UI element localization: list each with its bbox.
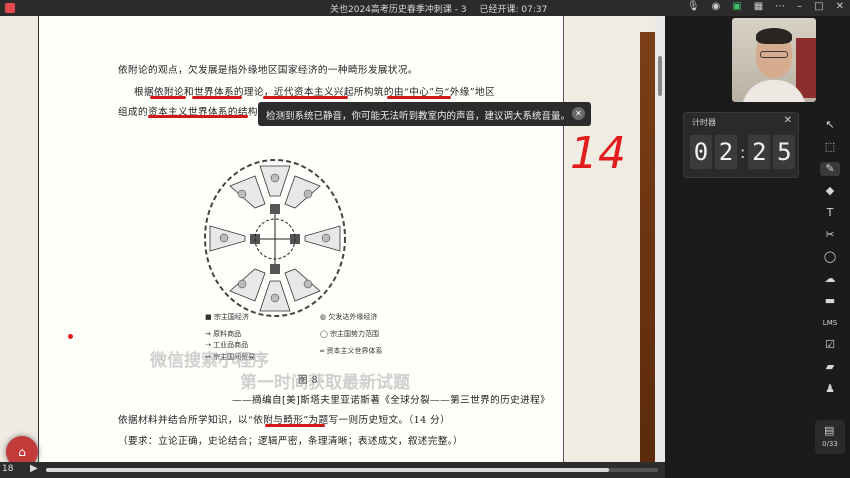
left-margin <box>0 16 38 462</box>
chat-icon[interactable]: ▰ <box>820 360 840 374</box>
more-icon[interactable]: ⋯ <box>775 1 785 12</box>
cloud-icon[interactable]: ☁ <box>820 272 840 286</box>
course-title: 关也2024高考历史春季冲刺课 - 3 <box>330 5 467 15</box>
class-elapsed: 已经开课: 07:37 <box>479 5 548 15</box>
document-stage: 依附论的观点，欠发展是指外缘地区国家经济的一种畸形发展状况。 根据依附论和世界体… <box>0 16 665 462</box>
speaker-icon[interactable]: ◉ <box>712 1 721 12</box>
document-scrollbar[interactable] <box>655 16 665 462</box>
underline-annotation <box>148 115 248 118</box>
playback-bar: 18 ▶ <box>0 462 665 478</box>
timer-colon: : <box>740 142 746 162</box>
timer-digit: 5 <box>773 135 796 169</box>
watermark-2: 第一时间获取最新试题 <box>240 373 410 393</box>
layout-icon[interactable]: ▦ <box>754 1 763 12</box>
timer-close-icon[interactable]: ✕ <box>784 115 792 126</box>
toast-close-icon[interactable]: ✕ <box>572 107 585 120</box>
whiteboard-toolbar: ↖ ⬚ ✎ ◆ T ✂ ◯ ☁ ▬ LMS ☑ ▰ ♟ <box>816 118 844 396</box>
lms-icon[interactable]: LMS <box>820 316 840 330</box>
requirements-text: （要求：立论正确，史论结合；逻辑严密，条理清晰；表述成文，叙述完整。） <box>118 436 463 447</box>
legend-system: ═ 资本主义世界体系 <box>320 347 383 355</box>
text-icon[interactable]: T <box>820 206 840 220</box>
play-icon[interactable]: ▶ <box>30 463 38 474</box>
scroll-thumb[interactable] <box>658 56 662 96</box>
webcam-background <box>796 38 816 98</box>
legend-raw: → 原料商品 <box>205 330 242 338</box>
window-titlebar: 关也2024高考历史春季冲刺课 - 3 已经开课: 07:37 🎙 ◉ ▣ ▦ … <box>0 0 850 16</box>
webcam-glasses <box>760 51 788 58</box>
window-title: 关也2024高考历史春季冲刺课 - 3 已经开课: 07:37 <box>330 2 557 15</box>
laser-pointer-dot <box>68 334 73 339</box>
eraser-icon[interactable]: ◆ <box>820 184 840 198</box>
underline-annotation <box>263 96 348 99</box>
pointer-icon[interactable]: ↖ <box>820 118 840 132</box>
underline-annotation <box>192 96 242 99</box>
legend-core: ■ 宗主国经济 <box>205 313 249 321</box>
mute-warning-toast: 检测到系统已静音，你可能无法听到教室内的声音，建议调大系统音量。 ✕ <box>258 102 591 126</box>
timer-title: 计时器 <box>692 118 716 127</box>
figure-source: ——摘编自[美]斯塔夫里亚诺斯著《全球分裂——第三世界的历史进程》 <box>232 395 551 406</box>
legend-periphery: ◍ 欠发达外缘经济 <box>320 313 378 321</box>
maximize-icon[interactable]: □ <box>814 1 823 12</box>
handwritten-score: 14 <box>570 128 626 179</box>
page-edge <box>640 32 656 462</box>
app-logo-icon <box>5 3 15 13</box>
titlebar-controls: 🎙 ◉ ▣ ▦ ⋯ – □ ✕ <box>687 1 844 12</box>
underline-annotation <box>265 424 325 427</box>
timer-widget: 计时器 ✕ 0 2 : 2 5 <box>683 112 799 178</box>
underline-annotation <box>387 96 451 99</box>
paper-top <box>38 16 564 32</box>
progress-fill <box>46 468 610 472</box>
select-icon[interactable]: ⬚ <box>820 140 840 154</box>
close-icon[interactable]: ✕ <box>836 1 844 12</box>
mic-icon[interactable]: 🎙 <box>687 1 700 12</box>
teacher-webcam <box>732 18 816 102</box>
underline-annotation <box>150 96 186 99</box>
legend-sphere: ◯ 宗主国势力范围 <box>320 330 380 338</box>
edit-icon[interactable]: ☑ <box>820 338 840 352</box>
playback-progress[interactable] <box>46 468 658 472</box>
minimize-icon[interactable]: – <box>797 1 802 12</box>
webcam-hair <box>756 28 792 44</box>
shape-icon[interactable]: ◯ <box>820 250 840 264</box>
page-number: 18 <box>2 464 14 474</box>
pen-icon[interactable]: ✎ <box>820 162 840 176</box>
timer-digit: 0 <box>690 135 712 169</box>
slides-icon: ▤ <box>824 424 835 437</box>
doc-line-1: 依附论的观点，欠发展是指外缘地区国家经济的一种畸形发展状况。 <box>118 65 418 76</box>
box-icon[interactable]: ▬ <box>820 294 840 308</box>
timer-digit: 2 <box>715 135 737 169</box>
scissors-icon[interactable]: ✂ <box>820 228 840 242</box>
timer-digits: 0 2 : 2 5 <box>690 135 796 169</box>
page-counter[interactable]: ▤ 0/33 <box>815 420 845 454</box>
timer-digit: 2 <box>748 135 771 169</box>
toast-message: 检测到系统已静音，你可能无法听到教室内的声音，建议调大系统音量。 <box>266 111 571 122</box>
pdf-float-button[interactable]: ⌂ <box>6 436 38 462</box>
page-counter-value: 0/33 <box>822 440 838 448</box>
share-icon[interactable]: ▣ <box>732 1 741 12</box>
world-system-diagram <box>204 159 346 317</box>
users-icon[interactable]: ♟ <box>820 382 840 396</box>
